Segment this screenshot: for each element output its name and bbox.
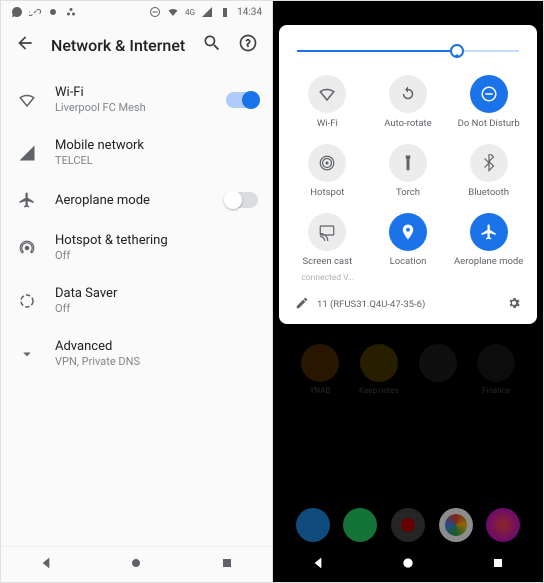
nav-back[interactable] (38, 555, 54, 575)
gear-icon (507, 296, 521, 310)
tile-autorotate[interactable]: Auto-rotate (368, 75, 449, 130)
build-text: 11 (RFUS31.Q4U-47-35-6) (317, 299, 499, 310)
cast-icon (318, 223, 336, 241)
cloud-icon (47, 6, 59, 18)
airplane-row[interactable]: Aeroplane mode (1, 179, 272, 221)
nav-recent[interactable] (490, 555, 506, 575)
datasaver-sub: Off (55, 302, 258, 315)
settings-list: Wi-Fi Liverpool FC Mesh Mobile network T… (1, 67, 272, 546)
link-icon (29, 6, 41, 18)
rotate-icon (399, 85, 417, 103)
wifi-icon (18, 91, 36, 109)
app-bar: Network & Internet (1, 23, 272, 67)
hotspot-icon (318, 154, 336, 172)
qs-tile-grid: Wi-Fi Auto-rotate Do Not Disturb Hotspot… (287, 75, 529, 283)
wifi-row[interactable]: Wi-Fi Liverpool FC Mesh (1, 73, 272, 126)
tile-bluetooth[interactable]: Bluetooth (448, 144, 529, 199)
tile-hotspot[interactable]: Hotspot (287, 144, 368, 199)
signal-icon (201, 6, 213, 18)
mobile-sub: TELCEL (55, 154, 258, 167)
dock (273, 508, 543, 542)
wifi-status-icon (167, 6, 179, 18)
clock: 14:34 (237, 7, 262, 18)
status-bar: 4G 14:34 (1, 1, 272, 23)
advanced-sub: VPN, Private DNS (55, 355, 258, 368)
tile-location[interactable]: Location (368, 213, 449, 283)
nav-home[interactable] (400, 555, 416, 575)
nav-back[interactable] (310, 555, 326, 575)
cell-icon (18, 144, 36, 162)
tile-torch[interactable]: Torch (368, 144, 449, 199)
torch-icon (399, 154, 417, 172)
datasaver-icon (18, 292, 36, 310)
location-icon (399, 223, 417, 241)
settings-button[interactable] (507, 295, 521, 314)
hotspot-row[interactable]: Hotspot & tethering Off (1, 221, 272, 274)
quick-settings-panel: Wi-Fi Auto-rotate Do Not Disturb Hotspot… (279, 25, 537, 324)
brightness-slider[interactable] (297, 41, 519, 61)
back-button[interactable] (15, 33, 35, 57)
settings-phone: 4G 14:34 Network & Internet Wi-Fi Liverp… (1, 1, 273, 582)
bg-app: Keep notes (359, 344, 399, 395)
nav-bar (273, 548, 543, 582)
wifi-sub: Liverpool FC Mesh (55, 101, 208, 114)
edit-button[interactable] (295, 295, 309, 314)
airplane-icon (18, 191, 36, 209)
search-button[interactable] (202, 33, 222, 57)
quicksettings-phone: Wi-Fi Auto-rotate Do Not Disturb Hotspot… (273, 1, 543, 582)
dnd-status-icon (149, 6, 161, 18)
qs-footer: 11 (RFUS31.Q4U-47-35-6) (287, 287, 529, 316)
airplane-label: Aeroplane mode (55, 193, 208, 208)
bg-app: YNAB (301, 344, 339, 395)
whatsapp-icon (11, 6, 23, 18)
dimmed-home: YNAB Keep notes Finance (273, 324, 543, 582)
bg-app (419, 344, 457, 395)
hotspot-icon (18, 239, 36, 257)
bg-app: Finance (477, 344, 515, 395)
page-title: Network & Internet (51, 36, 186, 55)
airplane-toggle[interactable] (226, 192, 258, 208)
datasaver-label: Data Saver (55, 286, 258, 301)
hotspot-label: Hotspot & tethering (55, 233, 258, 248)
tile-dnd[interactable]: Do Not Disturb (448, 75, 529, 130)
help-button[interactable] (238, 33, 258, 57)
bluetooth-icon (480, 154, 498, 172)
nav-home[interactable] (128, 555, 144, 575)
dnd-icon (480, 85, 498, 103)
nav-bar (1, 546, 272, 582)
nav-recent[interactable] (219, 555, 235, 575)
hotspot-sub: Off (55, 249, 258, 262)
cluster-icon (65, 6, 77, 18)
advanced-row[interactable]: Advanced VPN, Private DNS (1, 327, 272, 380)
mobile-row[interactable]: Mobile network TELCEL (1, 126, 272, 179)
tile-airplane[interactable]: Aeroplane mode (448, 213, 529, 283)
mobile-label: Mobile network (55, 138, 258, 153)
brightness-icon (452, 51, 462, 61)
chevron-down-icon (18, 345, 36, 363)
datasaver-row[interactable]: Data Saver Off (1, 274, 272, 327)
tile-wifi[interactable]: Wi-Fi (287, 75, 368, 130)
wifi-icon (318, 85, 336, 103)
advanced-label: Advanced (55, 339, 258, 354)
wifi-toggle[interactable] (226, 92, 258, 108)
airplane-icon (480, 223, 498, 241)
tile-cast[interactable]: Screen cast connected V… (287, 213, 368, 283)
wifi-label: Wi-Fi (55, 85, 208, 100)
battery-icon (219, 6, 231, 18)
pencil-icon (295, 296, 309, 310)
